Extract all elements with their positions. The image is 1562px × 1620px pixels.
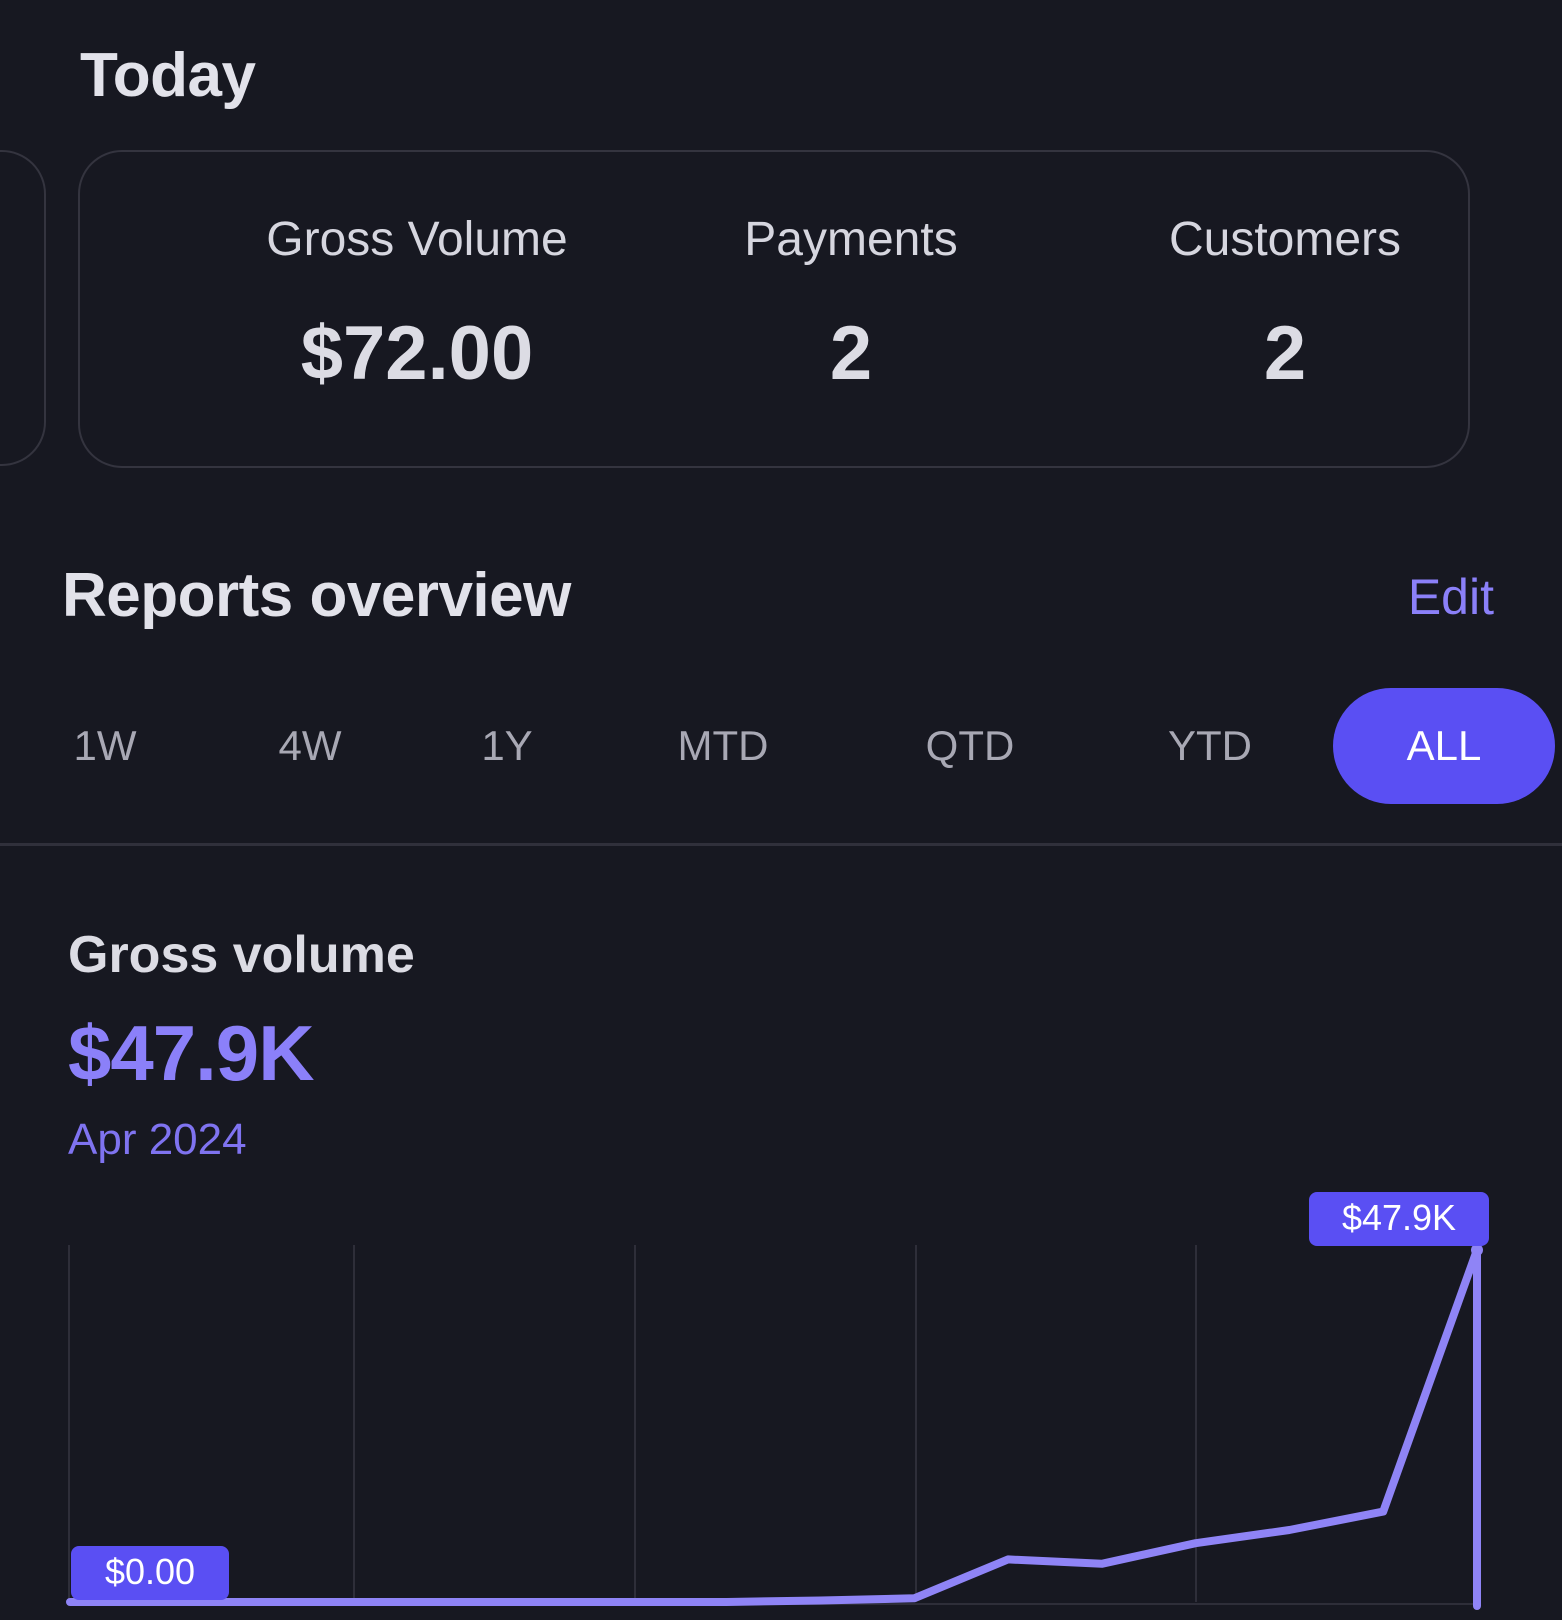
stat-label: Gross Volume: [266, 213, 568, 266]
previous-card-edge[interactable]: [0, 150, 46, 466]
reports-overview-title: Reports overview: [62, 561, 571, 630]
edit-button[interactable]: Edit: [1408, 568, 1494, 626]
today-title: Today: [80, 41, 256, 110]
metric-value: $47.9K: [68, 1009, 315, 1097]
range-tab-1y[interactable]: 1Y: [452, 688, 562, 804]
range-tab-ytd[interactable]: YTD: [1140, 688, 1280, 804]
reports-screen: Today Gross Volume $72.00 Payments 2 Cus…: [0, 0, 1562, 1620]
divider: [0, 843, 1562, 846]
max-value-label: $47.9K: [1342, 1197, 1456, 1238]
metric-name: Gross volume: [68, 926, 415, 984]
range-tab-4w[interactable]: 4W: [255, 688, 365, 804]
today-stats-card[interactable]: Gross Volume $72.00 Payments 2 Customers…: [78, 150, 1470, 468]
metric-date: Apr 2024: [68, 1115, 247, 1164]
gross-volume-line: [66, 1246, 1481, 1606]
stat-label: Payments: [744, 213, 958, 266]
range-tab-all[interactable]: ALL: [1333, 688, 1555, 804]
stat-value: 2: [1263, 311, 1307, 396]
stat-label: Customers: [1168, 213, 1402, 266]
range-tab-qtd[interactable]: QTD: [900, 688, 1040, 804]
min-value-label: $0.00: [105, 1551, 195, 1592]
gross-volume-chart[interactable]: $47.9K $0.00: [0, 1180, 1562, 1620]
stat-value: 2: [829, 311, 873, 396]
range-tab-1w[interactable]: 1W: [50, 688, 160, 804]
stat-value: $72.00: [300, 311, 534, 396]
time-range-selector: 1W 4W 1Y MTD QTD YTD ALL: [0, 688, 1562, 804]
range-tab-mtd[interactable]: MTD: [653, 688, 793, 804]
